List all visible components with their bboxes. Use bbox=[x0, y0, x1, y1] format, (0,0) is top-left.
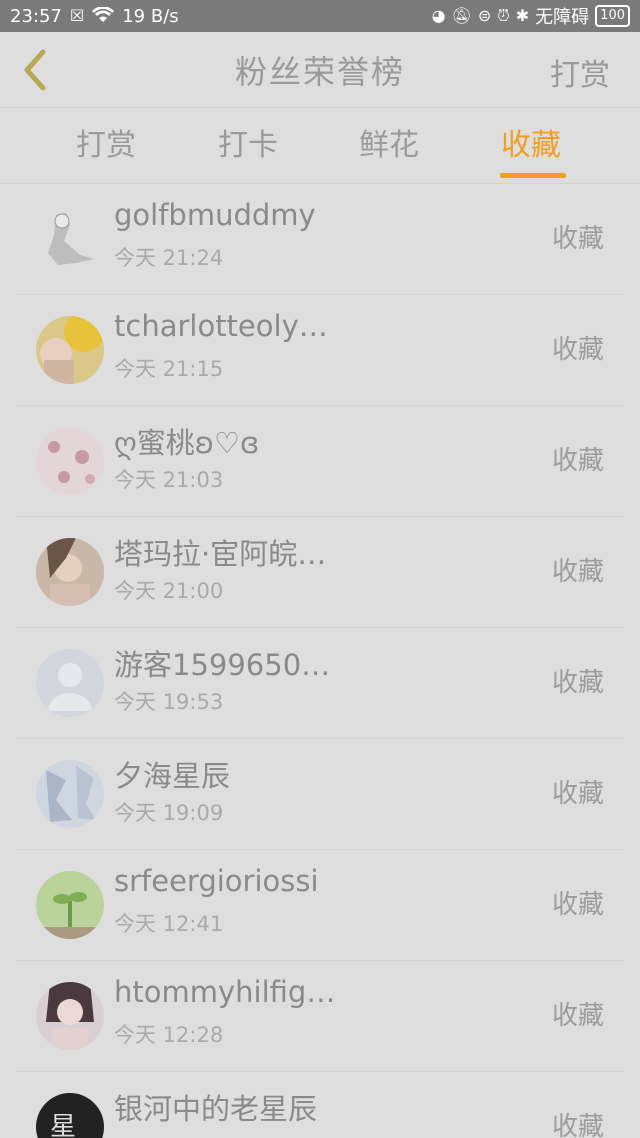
list-item[interactable]: srfeergioriossi 今天 12:41 收藏 bbox=[16, 850, 624, 961]
favorite-label: 收藏 bbox=[551, 1001, 604, 1031]
user-name: 游客1599650… bbox=[114, 648, 331, 682]
accessibility-label: 无障碍 bbox=[535, 7, 590, 28]
favorite-label: 收藏 bbox=[551, 224, 604, 254]
bell-off-icon: 🔕︎ bbox=[451, 6, 472, 25]
user-name: 银河中的老星辰 bbox=[114, 1092, 318, 1126]
network-speed: 19 B/s bbox=[122, 5, 179, 27]
avatar: 星 bbox=[36, 1093, 104, 1138]
fan-list: golfbmuddmy 今天 21:24 收藏 tcharlotteoly… 今… bbox=[0, 184, 640, 1138]
tip-button[interactable]: 打赏 bbox=[550, 50, 610, 94]
list-item[interactable]: 星 银河中的老星辰 收藏 bbox=[16, 1072, 624, 1138]
app-icon: ◕ bbox=[431, 6, 446, 25]
list-item[interactable]: htommyhilfig… 今天 12:28 收藏 bbox=[16, 961, 624, 1072]
list-item[interactable]: golfbmuddmy 今天 21:24 收藏 bbox=[16, 184, 624, 295]
top-bar: 粉丝荣誉榜 打赏 bbox=[0, 32, 640, 108]
user-name: 塔玛拉·宦阿皖… bbox=[114, 537, 327, 571]
list-item[interactable]: 游客1599650… 今天 19:53 收藏 bbox=[16, 628, 624, 739]
user-name: srfeergioriossi bbox=[114, 864, 319, 898]
timestamp: 今天 21:15 bbox=[114, 357, 224, 381]
favorite-label: 收藏 bbox=[551, 779, 604, 809]
timestamp: 今天 12:41 bbox=[114, 912, 224, 936]
favorite-label: 收藏 bbox=[551, 1112, 604, 1138]
avatar bbox=[36, 982, 104, 1050]
avatar bbox=[36, 316, 104, 384]
timestamp: 今天 21:03 bbox=[114, 468, 224, 492]
avatar bbox=[36, 871, 104, 939]
page-title: 粉丝荣誉榜 bbox=[234, 52, 405, 91]
timestamp: 今天 19:09 bbox=[114, 801, 224, 825]
user-name: golfbmuddmy bbox=[114, 198, 316, 232]
avatar bbox=[36, 649, 104, 717]
tab-indicator bbox=[500, 173, 566, 178]
alarm-icon: ⏰︎ bbox=[497, 6, 510, 25]
list-item[interactable]: tcharlotteoly… 今天 21:15 收藏 bbox=[16, 295, 624, 406]
tab-flowers[interactable]: 鲜花 bbox=[359, 126, 419, 166]
notification-icon: ☒ bbox=[69, 6, 85, 25]
user-name: ღ蜜桃ʚ♡ɞ bbox=[114, 426, 260, 460]
avatar bbox=[36, 760, 104, 828]
favorite-label: 收藏 bbox=[551, 668, 604, 698]
battery-icon: 100 bbox=[595, 5, 630, 27]
status-bar: 23:57 ☒ 19 B/s ◕ 🔕︎ ⊜ ⏰︎ ✱ 无障碍 100 bbox=[0, 0, 640, 32]
timestamp: 今天 12:28 bbox=[114, 1023, 224, 1047]
user-name: 夕海星辰 bbox=[114, 759, 231, 793]
timestamp: 今天 21:24 bbox=[114, 246, 224, 270]
favorite-label: 收藏 bbox=[551, 446, 604, 476]
list-item[interactable]: 夕海星辰 今天 19:09 收藏 bbox=[16, 739, 624, 850]
avatar bbox=[36, 538, 104, 606]
bluetooth-icon: ✱ bbox=[515, 6, 530, 25]
timestamp: 今天 21:00 bbox=[114, 579, 224, 603]
tab-checkin[interactable]: 打卡 bbox=[218, 126, 278, 166]
user-name: tcharlotteoly… bbox=[114, 309, 328, 343]
favorite-label: 收藏 bbox=[551, 890, 604, 920]
svg-text:星: 星 bbox=[50, 1112, 76, 1138]
avatar bbox=[36, 205, 104, 273]
tab-tip[interactable]: 打赏 bbox=[76, 126, 136, 166]
timestamp: 今天 19:53 bbox=[114, 690, 224, 714]
list-item[interactable]: ღ蜜桃ʚ♡ɞ 今天 21:03 收藏 bbox=[16, 406, 624, 517]
user-name: htommyhilfig… bbox=[114, 975, 336, 1009]
favorite-label: 收藏 bbox=[551, 335, 604, 365]
tab-favorites[interactable]: 收藏 bbox=[501, 126, 561, 166]
wifi-icon bbox=[92, 5, 115, 26]
status-time: 23:57 bbox=[10, 5, 62, 27]
avatar bbox=[36, 427, 104, 495]
lock-icon: ⊜ bbox=[477, 6, 492, 25]
favorite-label: 收藏 bbox=[551, 557, 604, 587]
list-item[interactable]: 塔玛拉·宦阿皖… 今天 21:00 收藏 bbox=[16, 517, 624, 628]
